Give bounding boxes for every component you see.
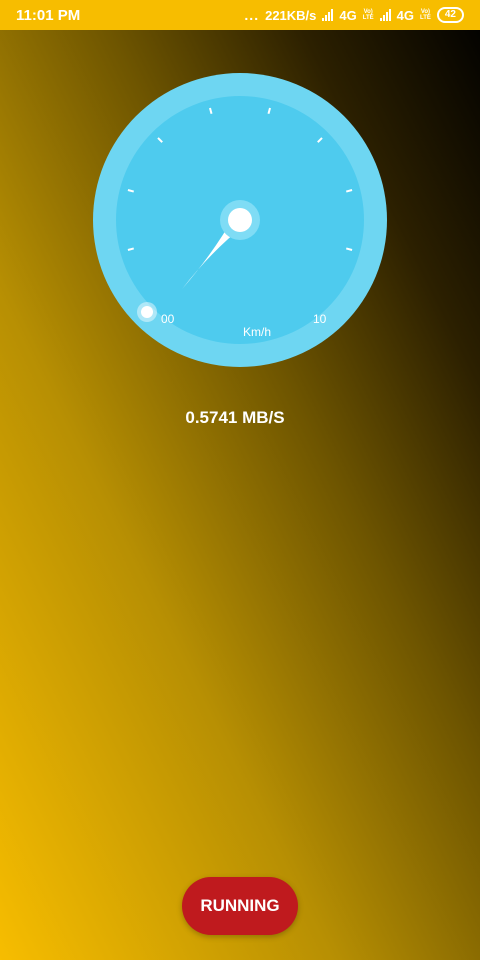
gauge-unit-label: Km/h	[243, 325, 271, 339]
battery-icon: 42	[436, 7, 464, 23]
gauge-hub	[228, 208, 252, 232]
status-icons: ... 221KB/s 4G Vo) LTE 4G Vo) LTE 42	[244, 7, 464, 23]
speed-readout: 0.5741 MB/S	[185, 408, 285, 427]
signal-icon	[379, 9, 391, 21]
network-type-1: 4G	[339, 7, 357, 23]
network-speed: 221KB/s	[265, 7, 317, 23]
gauge-max-label: 10	[313, 312, 327, 326]
speedometer-gauge: 00 10 Km/h	[93, 73, 387, 367]
gauge-indicator-dot	[141, 306, 153, 318]
notification-dots-icon: ...	[244, 7, 260, 23]
network-type-2: 4G	[396, 7, 414, 23]
signal-icon	[322, 9, 334, 21]
volte-icon: Vo) LTE	[419, 9, 431, 21]
status-bar: 11:01 PM ... 221KB/s 4G Vo) LTE 4G Vo) LTE…	[0, 0, 480, 30]
clock: 11:01 PM	[16, 6, 81, 24]
volte-icon: Vo) LTE	[362, 9, 374, 21]
gauge-min-label: 00	[161, 312, 175, 326]
running-button[interactable]: RUNNING	[182, 877, 298, 935]
